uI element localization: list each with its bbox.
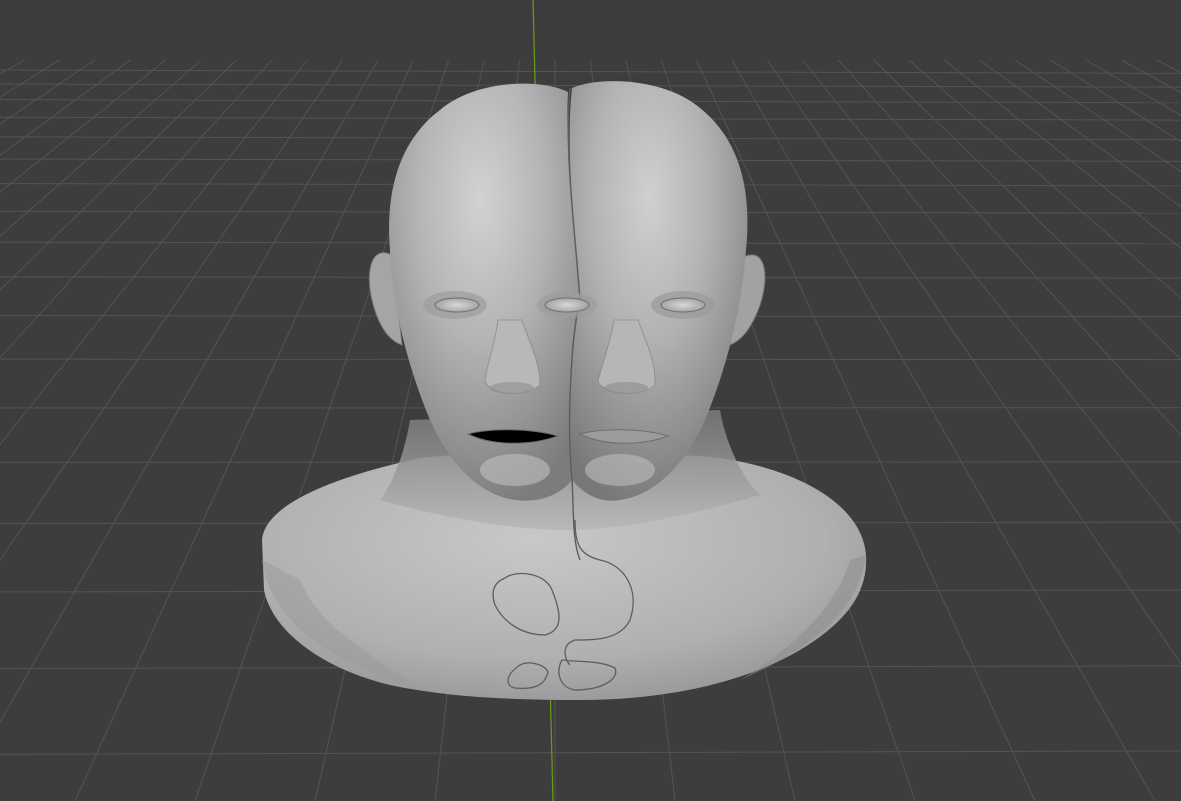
grid-line-radial [944,59,1181,250]
grid-line-radial [0,59,273,359]
grid-line-horizontal [0,750,1181,755]
grid-line-radial [0,59,96,125]
eye-left-inner [544,297,590,313]
grid-line-radial [0,59,60,98]
grid-line-radial [1156,59,1181,74]
grid-line-radial [802,59,1181,535]
grid-line-radial [1085,59,1181,117]
eye-left [434,297,480,313]
bust-mesh[interactable] [262,81,867,700]
grid-line-radial [1014,59,1181,173]
eye-right [660,297,706,313]
chin-right [585,454,655,486]
grid-line-radial [0,59,237,291]
grid-line-radial [74,59,414,801]
viewport-canvas[interactable] [0,0,1181,801]
grid-line-radial [1121,59,1181,94]
grid-line-radial [908,59,1181,299]
grid-line-radial [0,59,166,193]
grid-line-radial [731,59,1156,801]
grid-line-radial [0,59,308,446]
grid-line-radial [979,59,1181,208]
grid-line-radial [696,59,1036,801]
nose-left-shadow [490,382,534,394]
grid-line-radial [873,59,1181,360]
chin-left [480,454,550,486]
grid-line-radial [0,59,379,724]
grid-line-horizontal [0,69,1181,74]
grid-line-radial [0,59,131,156]
3d-viewport[interactable] [0,0,1181,801]
grid-line-radial [0,59,25,75]
grid-line-radial [0,59,344,562]
grid-line-radial [766,59,1181,665]
nose-right-shadow [604,382,648,394]
grid-line-radial [837,59,1181,437]
grid-line-radial [1050,59,1181,143]
